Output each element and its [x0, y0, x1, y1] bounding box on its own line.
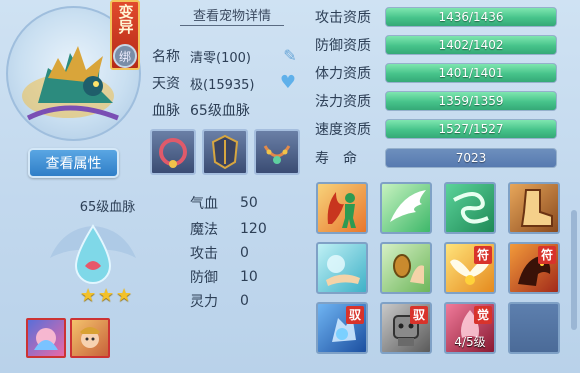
aptitude-value: 极(15935) [190, 77, 255, 93]
skill-slot-12-empty[interactable] [508, 302, 560, 354]
skill-badge: 符 [538, 246, 556, 264]
skill-badge: 驭 [410, 306, 428, 324]
aptitude-value: 1359/1359 [438, 94, 504, 108]
skill-slot-4[interactable] [508, 182, 560, 234]
boot-icon [520, 189, 553, 227]
stat-label: 攻击 [190, 246, 218, 262]
life-bar: 7023 [385, 148, 557, 168]
aptitude-bar: 1527/1527 [385, 119, 557, 139]
aptitude-value: 1402/1402 [438, 38, 504, 52]
stat-row-defense: 防御 10 [190, 267, 258, 287]
skill-slot-6[interactable] [380, 242, 432, 294]
spirit-avatar-icon [34, 328, 58, 350]
wind-swirl-icon [453, 192, 489, 224]
aptitude-bar: 1402/1402 [385, 35, 557, 55]
life-label: 寿命 [315, 151, 371, 167]
aptitude-attack-row: 攻击资质 1436/1436 [315, 6, 557, 28]
skill-slot-7[interactable]: 符 [444, 242, 496, 294]
aptitude-value: 1436/1436 [438, 10, 504, 24]
shield-hand-icon [393, 254, 424, 284]
bound-badge: 绑 [113, 44, 137, 68]
star-icon: ★ [80, 285, 97, 306]
aptitude-label: 防御资质 [315, 38, 371, 54]
view-attributes-label: 查看属性 [45, 156, 102, 172]
skill-badge: 驭 [346, 306, 364, 324]
skill-slot-9[interactable]: 驭 [316, 302, 368, 354]
stat-label: 防御 [190, 270, 218, 286]
warrior-avatar-icon [80, 327, 100, 348]
scrollbar[interactable] [571, 210, 577, 330]
necklace-icon [159, 138, 187, 168]
equipment-slot-chain[interactable] [254, 129, 300, 175]
skill-slot-10[interactable]: 驭 [380, 302, 432, 354]
stat-value: 120 [240, 221, 267, 237]
name-label: 名称 [152, 49, 180, 65]
avatar-slot-2[interactable] [70, 318, 110, 358]
bloodline-row: 血脉 65级血脉 [152, 99, 250, 121]
water-hand-icon [326, 255, 360, 286]
star-icon: ★ [116, 285, 133, 306]
aptitude-row: 天资 极(15935) [152, 72, 255, 94]
aptitude-bar: 1359/1359 [385, 91, 557, 111]
chain-icon [263, 145, 291, 164]
aptitude-label: 速度资质 [315, 122, 371, 138]
skill-badge: 符 [474, 246, 492, 264]
aptitude-label: 攻击资质 [315, 10, 371, 26]
name-row: 名称 清零(100) [152, 45, 251, 67]
stat-value: 0 [240, 293, 249, 309]
skill-slot-3[interactable] [444, 182, 496, 234]
aptitude-bar: 1436/1436 [385, 7, 557, 27]
view-pet-details-link[interactable]: 查看宠物详情 [180, 4, 284, 26]
heart-icon[interactable]: ♥ [278, 72, 298, 93]
life-value: 7023 [455, 151, 487, 165]
aptitude-defense-row: 防御资质 1402/1402 [315, 34, 557, 56]
aptitude-label: 体力资质 [315, 66, 371, 82]
wing-icon [390, 190, 426, 222]
aptitude-magic-row: 法力资质 1359/1359 [315, 90, 557, 112]
skill-slot-2[interactable] [380, 182, 432, 234]
stat-value: 10 [240, 269, 258, 285]
rename-pencil-icon[interactable]: ✎ [280, 45, 300, 65]
armor-icon [211, 134, 239, 170]
aptitude-speed-row: 速度资质 1527/1527 [315, 118, 557, 140]
fire-figure-icon [327, 192, 356, 228]
aptitude-hp-row: 体力资质 1401/1401 [315, 62, 557, 84]
skill-badge: 觉 [474, 306, 492, 324]
skill-slot-11[interactable]: 觉 4/5级 [444, 302, 496, 354]
life-row: 寿命 7023 [315, 147, 557, 169]
stat-label: 气血 [190, 196, 218, 212]
mutation-label: 变异 [116, 4, 135, 34]
star-icon: ★ [98, 285, 115, 306]
stat-value: 0 [240, 245, 249, 261]
equipment-slot-necklace[interactable] [150, 129, 196, 175]
stat-row-hp: 气血 50 [190, 193, 258, 213]
aptitude-value: 1401/1401 [438, 66, 504, 80]
aptitude-value: 1527/1527 [438, 122, 504, 136]
stat-label: 魔法 [190, 222, 218, 238]
bloodline-value: 65级血脉 [190, 103, 250, 119]
equipment-slot-armor[interactable] [202, 129, 248, 175]
skill-slot-1[interactable] [316, 182, 368, 234]
bound-label: 绑 [118, 49, 131, 64]
stat-value: 50 [240, 195, 258, 211]
aptitude-label: 法力资质 [315, 94, 371, 110]
name-value: 清零(100) [190, 50, 251, 66]
skill-slot-8[interactable]: 符 [508, 242, 560, 294]
stat-label: 灵力 [190, 294, 218, 310]
view-attributes-button[interactable]: 查看属性 [28, 148, 119, 178]
stat-row-attack: 攻击 0 [190, 243, 249, 263]
skill-slot-5[interactable] [316, 242, 368, 294]
aptitude-bar: 1401/1401 [385, 63, 557, 83]
skill-level-caption: 4/5级 [454, 335, 486, 349]
avatar-slot-1[interactable] [26, 318, 66, 358]
stat-row-spirit: 灵力 0 [190, 291, 249, 311]
bloodline-label: 血脉 [152, 103, 180, 119]
stat-row-mp: 魔法 120 [190, 219, 267, 239]
aptitude-label: 天资 [152, 76, 180, 92]
